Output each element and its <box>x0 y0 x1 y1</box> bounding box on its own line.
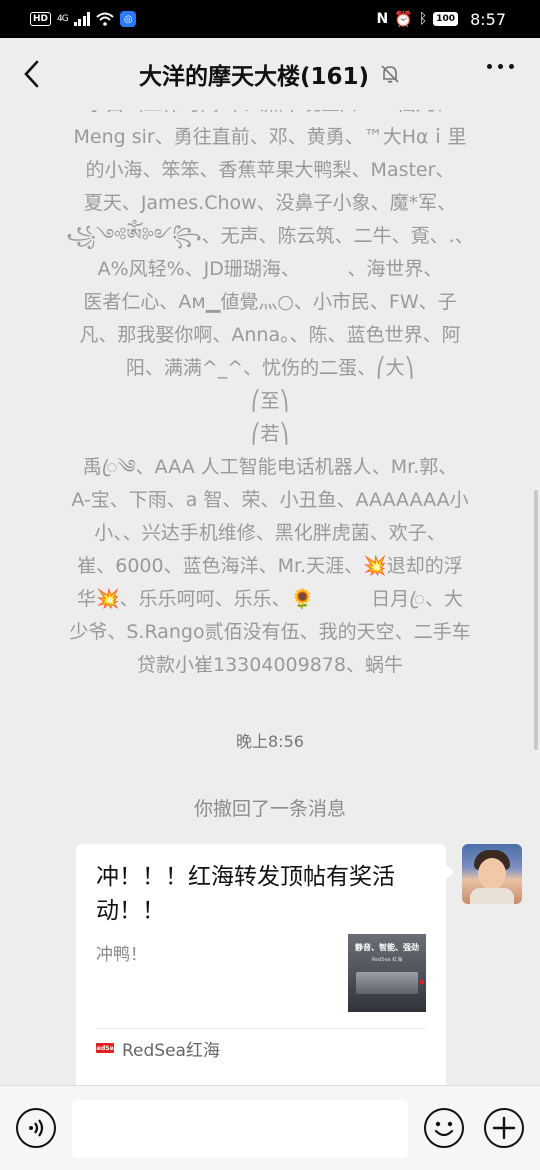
back-button[interactable] <box>16 56 46 92</box>
nfc-icon: N <box>376 11 389 27</box>
join-note-line: 小白（工作时间:早八点半晚五）、Mr.仙九、 <box>50 110 490 121</box>
message-input[interactable] <box>72 1100 408 1158</box>
status-right: N ⏰ ᛒ 100 8:57 <box>376 10 506 29</box>
join-note-line: 崔、6000、蓝色海洋、Mr.天涯、💥退却的浮 <box>77 555 463 577</box>
dot-icon <box>498 64 503 69</box>
message-timestamp: 晚上8:56 <box>236 732 304 751</box>
join-note-line: 贷款小崔13304009878、蜗牛 <box>137 654 403 676</box>
title-wrap: 大洋的摩天大楼(161) <box>139 57 401 91</box>
network-type: 4G <box>57 14 69 24</box>
join-note-line: A-宝、下雨、a 智、荣、小丑鱼、AAAAAAA小 <box>71 489 469 511</box>
status-bar: HD 4G ◎ N ⏰ ᛒ 100 8:57 <box>0 0 540 38</box>
join-note-line: Meng sir、勇往直前、邓、黄勇、™大Hαｉ里 <box>73 126 467 148</box>
avatar-shirt <box>470 888 514 904</box>
more-functions-button[interactable] <box>484 1108 524 1148</box>
alarm-icon: ⏰ <box>394 10 413 28</box>
input-bar <box>0 1085 540 1170</box>
thumbnail-headline: 静音、智能、强劲 <box>355 943 419 952</box>
smile-icon <box>434 1121 454 1137</box>
card-thumbnail: 静音、智能、强劲 RedSea 红海 <box>348 934 426 1012</box>
status-time: 8:57 <box>470 9 506 29</box>
join-note-line: 禹ꦿ༄、AAA 人工智能电话机器人、Mr.郭、 <box>82 456 458 478</box>
recall-notice: 你撤回了一条消息 <box>193 798 346 820</box>
chat-header: 大洋的摩天大楼(161) <box>0 38 540 110</box>
card-title: 冲！！！红海转发顶帖有奖活动！！ <box>96 864 395 924</box>
dot-icon <box>509 64 514 69</box>
sender-avatar[interactable] <box>462 844 522 904</box>
card-body: 冲鸭！ 静音、智能、强劲 RedSea 红海 <box>96 934 426 1012</box>
bluetooth-icon: ᛒ <box>418 11 428 27</box>
join-note-line: A%风轻%、JD珊瑚海、 、海世界、 <box>97 258 443 280</box>
mute-bell-icon <box>381 65 399 83</box>
app-notification-icon: ◎ <box>120 11 137 27</box>
join-note-line: 医者仁心、Aм▁値覺灬○、小市民、FW、子 <box>83 291 457 313</box>
product-image <box>356 972 418 994</box>
source-name: RedSea红海 <box>122 1040 220 1061</box>
voice-button[interactable] <box>16 1108 56 1148</box>
card-description: 冲鸭！ <box>96 945 147 965</box>
redsea-logo-icon: RedSea <box>92 1043 118 1053</box>
status-left: HD 4G ◎ <box>30 11 137 27</box>
join-note-line: 夏天、James.Chow、没鼻子小象、魔*军、 <box>83 192 457 214</box>
plus-icon <box>492 1116 516 1140</box>
thumbnail-subtitle: RedSea 红海 <box>371 957 403 963</box>
join-note-line: 阳、满满^_^、忧伤的二蛋、⎛大⎞ <box>125 357 415 379</box>
group-join-notice: 小白（工作时间:早八点半晚五）、Mr.仙九、 Meng sir、勇往直前、邓、黄… <box>0 110 540 682</box>
dot-icon <box>487 64 492 69</box>
signal-icon <box>73 12 91 26</box>
hd-badge: HD <box>30 12 52 26</box>
more-button[interactable] <box>487 64 514 69</box>
join-note-line: ⎛至⎞ <box>250 390 289 412</box>
wifi-icon <box>96 12 114 26</box>
shared-link-card[interactable]: 冲！！！红海转发顶帖有奖活动！！ 冲鸭！ 静音、智能、强劲 RedSea 红海 … <box>76 844 455 1085</box>
voice-icon <box>29 1119 44 1137</box>
join-note-line: ⎛若⎞ <box>250 423 289 445</box>
chat-area[interactable]: 小白（工作时间:早八点半晚五）、Mr.仙九、 Meng sir、勇往直前、邓、黄… <box>0 110 540 1085</box>
emoji-button[interactable] <box>424 1108 464 1148</box>
avatar-face <box>478 858 506 890</box>
chat-title: 大洋的摩天大楼(161) <box>138 64 370 90</box>
join-note-line: 小、、兴达手机维修、黑化胖虎菌、欢子、 <box>94 522 446 544</box>
join-note-line: ꧁༺ༀ༻꧂、无声、陈云筑、二牛、覔、.、 <box>66 225 474 247</box>
chevron-left-icon <box>24 60 39 88</box>
thumbnail-accent <box>420 980 424 984</box>
join-note-line: 凡、那我娶你啊、Anna。、陈、蓝色世界、阿 <box>79 324 461 346</box>
battery-icon: 100 <box>433 12 459 26</box>
card-source: RedSea RedSea红海 <box>92 1029 426 1067</box>
join-note-line: 华💥、乐乐呵呵、乐乐、🌻 日月ꦿ、大 <box>76 588 464 610</box>
join-note-line: 少爷、S.Rango贰佰没有伍、我的天空、二手车 <box>69 621 471 643</box>
chat-scrollbar[interactable] <box>534 490 538 750</box>
join-note-line: 的小海、笨笨、香蕉苹果大鸭梨、Master、 <box>85 159 455 181</box>
